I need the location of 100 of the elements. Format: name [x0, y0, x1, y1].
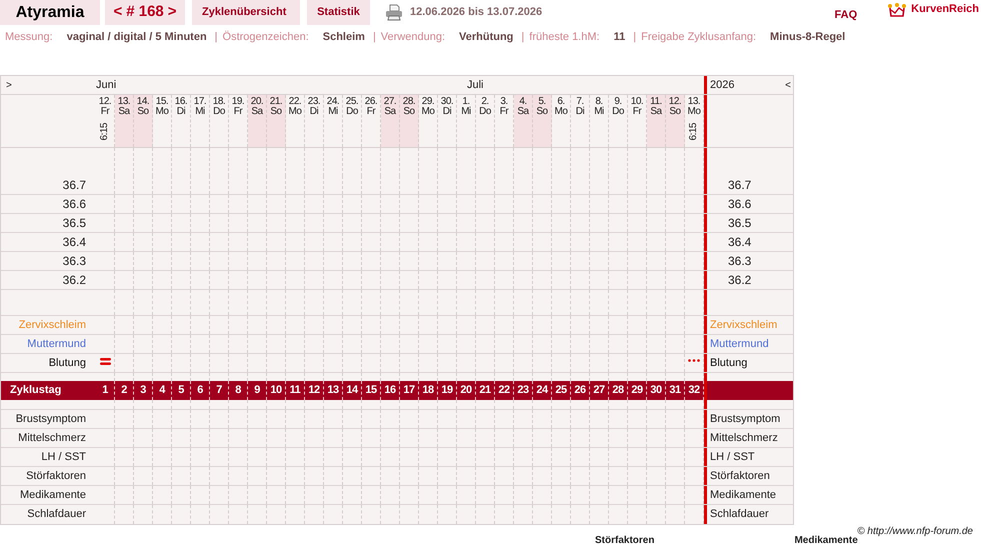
temperature-tick: 36.7: [727, 177, 752, 194]
cycle-day-number: 26: [574, 383, 586, 398]
cycle-day-number: 28: [612, 383, 624, 398]
row-label: Störfaktoren: [710, 468, 770, 484]
cycle-day-number: 18: [422, 383, 434, 398]
day-header: 8. Mi: [590, 95, 609, 147]
cycle-day-number: 7: [216, 383, 222, 398]
day-header: 30. Di: [438, 95, 457, 147]
scroll-left-button[interactable]: >: [6, 78, 12, 92]
day-header: 7. Di: [571, 95, 590, 147]
cycle-day-number: 25: [555, 383, 567, 398]
day-header: 17. Mi: [191, 95, 210, 147]
temperature-tick: 36.6: [727, 196, 752, 213]
cycle-day-number: 3: [140, 383, 146, 398]
setting-label: Östrogenzeichen:: [222, 30, 309, 45]
day-header: 27. Sa: [381, 95, 400, 147]
section-heading: Medikamente: [794, 536, 858, 544]
temperature-tick: 36.2: [62, 272, 86, 289]
day-header: 14. So: [134, 95, 153, 147]
setting-value: Minus-8-Regel: [770, 30, 846, 45]
day-header: 12. So: [666, 95, 685, 147]
separator: |: [372, 30, 376, 45]
setting-value: Verhütung: [459, 30, 514, 45]
cycle-day-number: 1: [102, 383, 108, 398]
cycle-number: # 168: [126, 2, 164, 22]
month-label: Juni: [96, 78, 116, 93]
printer-icon[interactable]: [385, 4, 403, 21]
day-header: 20. Sa: [248, 95, 267, 147]
copyright-text: © http://www.nfp-forum.de: [857, 524, 973, 536]
cycle-day-number: 22: [498, 383, 510, 398]
nav-tab[interactable]: Zyklenübersicht: [192, 0, 300, 25]
cycle-day-number: 15: [365, 383, 377, 398]
row-label: Brustsymptom: [710, 412, 780, 427]
scroll-right-button[interactable]: <: [785, 78, 791, 92]
temperature-tick: 36.4: [727, 234, 752, 251]
cycle-day-number: 29: [631, 383, 643, 398]
logo-text: KurvenReich: [911, 2, 979, 18]
cycle-day-number: 31: [669, 383, 681, 398]
day-header: 9. Do: [609, 95, 628, 147]
row-label: Zervixschleim: [18, 318, 86, 333]
day-header: 24. Mi: [324, 95, 343, 147]
section-heading: Störfaktoren: [595, 536, 654, 544]
row-label: Medikamente: [710, 488, 776, 503]
setting-value: Schleim: [322, 30, 365, 45]
temperature-tick: 36.7: [62, 177, 86, 194]
day-header: 2. Do: [476, 95, 495, 147]
day-header: 11. Sa: [647, 95, 666, 147]
row-label: Schlafdauer: [27, 507, 86, 522]
year-label: 2026: [710, 78, 734, 93]
row-label: Mittelschmerz: [710, 430, 778, 446]
cycle-day-number: 10: [270, 383, 282, 398]
day-header: 21. So: [267, 95, 286, 147]
setting-value: vaginal / digital / 5 Minuten: [66, 30, 207, 45]
row-label: Zyklustag: [10, 383, 62, 398]
cycle-day-number: 4: [159, 383, 165, 398]
cycle-day-number: 19: [441, 383, 453, 398]
cycle-day-number: 5: [178, 383, 184, 398]
day-header: 28. So: [400, 95, 419, 147]
row-label: Muttermund: [710, 336, 769, 352]
row-label: Blutung: [48, 356, 86, 371]
cycle-day-number: 21: [479, 383, 491, 398]
app-title: Atyramia: [0, 0, 100, 25]
cycle-day-number: 23: [517, 383, 529, 398]
day-header: 29. Mo: [419, 95, 438, 147]
logo-icon: [887, 2, 908, 18]
day-header: 23. Di: [305, 95, 324, 147]
cycle-day-number: 6: [197, 383, 203, 398]
separator: |: [633, 30, 636, 45]
day-header: 25. Do: [343, 95, 362, 147]
cycle-day-number: 24: [536, 383, 548, 398]
separator: |: [214, 30, 218, 45]
row-label: Muttermund: [27, 336, 86, 352]
cycle-day-number: 11: [290, 383, 300, 398]
next-cycle-button[interactable]: >: [168, 1, 177, 24]
setting-label: Messung:: [5, 30, 53, 45]
setting-label: Freigabe Zyklusanfang:: [641, 30, 756, 45]
row-label: LH / SST: [710, 450, 755, 465]
temperature-tick: 36.2: [727, 272, 752, 289]
day-header: 13. Sa: [115, 95, 134, 147]
day-header: 4. Sa: [514, 95, 533, 147]
cycle-day-number: 9: [254, 383, 260, 398]
faq-link[interactable]: FAQ: [834, 6, 858, 24]
day-header: 16. Di: [172, 95, 191, 147]
cycle-day-number: 30: [650, 383, 662, 398]
row-label: LH / SST: [41, 450, 86, 465]
cycle-day-number: 14: [346, 383, 358, 398]
previous-cycle-button[interactable]: <: [113, 1, 122, 24]
row-label: Schlafdauer: [710, 507, 769, 522]
day-header: 6. Mo: [552, 95, 571, 147]
row-label: Mittelschmerz: [18, 430, 86, 446]
cycle-day-number: 2: [121, 383, 127, 398]
separator: |: [521, 30, 524, 45]
cycle-day-number: 12: [308, 383, 320, 398]
temperature-tick: 36.5: [62, 215, 86, 232]
setting-value: 11: [614, 30, 626, 45]
row-label: Zervixschleim: [710, 318, 778, 333]
date-range: 12.06.2026 bis 13.07.2026: [410, 5, 542, 20]
temperature-tick: 36.4: [62, 234, 86, 251]
row-label: Medikamente: [20, 488, 86, 503]
nav-tab[interactable]: Statistik: [307, 0, 370, 25]
